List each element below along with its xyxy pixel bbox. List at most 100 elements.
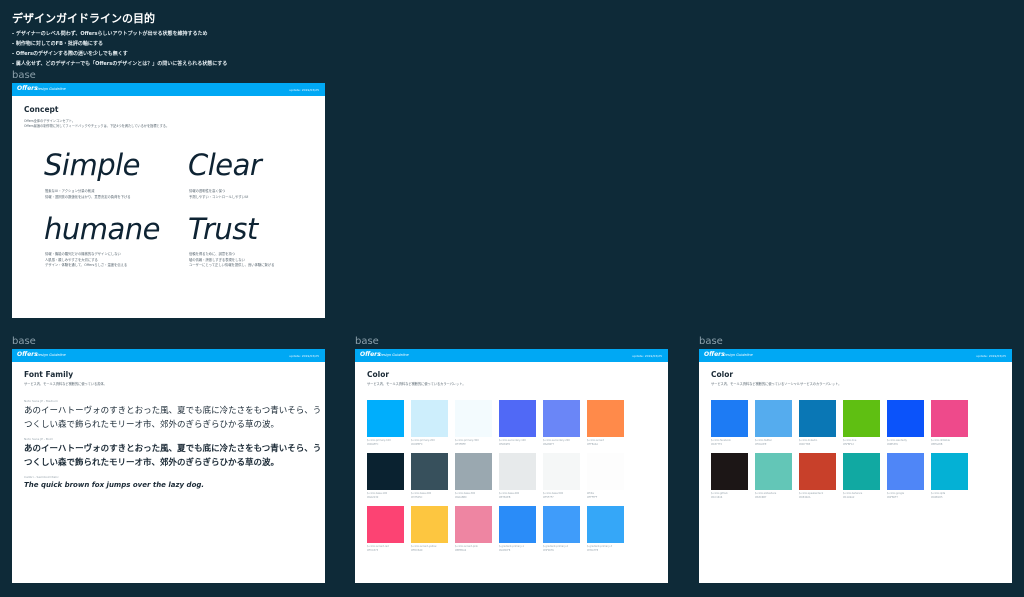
color-swatch[interactable] [587, 453, 624, 490]
brand-subtitle: Design Guideline [36, 87, 66, 91]
color-swatch[interactable] [411, 506, 448, 543]
frame-label-color-social[interactable]: base [699, 336, 723, 347]
color-swatch[interactable] [411, 400, 448, 437]
color-swatch-hex: #FF8A4A [587, 442, 599, 446]
color-swatch[interactable] [499, 453, 536, 490]
brand-logo: Offers [17, 85, 38, 92]
color-swatch-label: $-color-qiita #04B1D5 [931, 492, 971, 499]
font-sample-medium: あのイーハトーヴォのすきとおった風、夏でも底に冷たさをもつ青いそら、うつくしい森… [24, 406, 322, 430]
color-swatch-label: $-color-primary-100 #00AEFC [367, 439, 407, 446]
update-date: update: 2019/03/25 [976, 354, 1006, 358]
purpose-list: - デザイナーのレベル問わず、Offersらしいアウトプットが出せる状態を維持す… [12, 29, 227, 69]
color-swatch[interactable] [543, 506, 580, 543]
color-swatch-hex: #04B1D5 [931, 495, 943, 499]
frame-label-color[interactable]: base [355, 336, 379, 347]
color-swatch[interactable] [711, 453, 748, 490]
frame-label-concept[interactable]: base [12, 70, 36, 81]
color-swatch-hex: #35A7F8 [587, 548, 599, 552]
concept-title: Concept [24, 105, 59, 114]
concept-desc-line: Offers最適の制作物に対してフィードバックやチェックは、下記4つを満たしてい… [24, 124, 170, 128]
concept-word-desc: 信頼を得るために、誠意を持つ 嘘の情報・誇張しすぎる表現をしない ユーザーにとっ… [189, 252, 274, 269]
color-swatch[interactable] [711, 400, 748, 437]
purpose-item: - デザイナーのレベル問わず、Offersらしいアウトプットが出せる状態を維持す… [12, 31, 208, 37]
frame-color-primary[interactable]: Offers Design Guideline update: 2019/03/… [355, 349, 668, 583]
color-swatch-hex: #EE85A2 [455, 548, 467, 552]
color-swatch-hex: #E7EAEB [499, 495, 511, 499]
color-swatch[interactable] [499, 400, 536, 437]
color-swatch[interactable] [543, 400, 580, 437]
brand-subtitle: Design Guideline [36, 353, 66, 357]
color-swatch-label: $-color-accent-pink #EE85A2 [455, 545, 495, 552]
color-swatch[interactable] [843, 453, 880, 490]
color-swatch-label: $-color-base-400 #E7EAEB [499, 492, 539, 499]
concept-word-clear: Clear [188, 148, 262, 182]
color-swatch[interactable] [455, 506, 492, 543]
color-swatch-label: $-color-secondary-200 #6A86F7 [543, 439, 583, 446]
color-swatch-hex: #11A9A2 [843, 495, 855, 499]
concept-word-simple: Simple [44, 148, 141, 182]
color-swatch-label: $-color-accent-yellow #FDC640 [411, 545, 451, 552]
frame-fontfamily[interactable]: Offers Design Guideline update: 2019/03/… [12, 349, 325, 583]
frame-concept[interactable]: Offers Design Guideline update: 2019/03/… [12, 83, 325, 318]
color-swatch-label: $-color-base-300 #9AA8B0 [455, 492, 495, 499]
color-swatch-hex: #FC4373 [367, 548, 379, 552]
concept-word-trust: Trust [188, 212, 258, 246]
concept-desc-line: 情報・機能の羅列だけの機械的なデザインにしない [45, 252, 121, 256]
purpose-item: - Offersのデザインする際の迷いを少しでも無くす [12, 51, 128, 57]
color-swatch[interactable] [887, 453, 924, 490]
concept-word-humane: humane [44, 212, 161, 246]
concept-word-desc: 情報・機能の羅列だけの機械的なデザインにしない 人肌感・親しみやすさを大切にする… [45, 252, 127, 269]
color-swatch-label: $-gradient-primary-1 #2A8CF8 [499, 545, 539, 552]
color-swatch[interactable] [843, 400, 880, 437]
color-swatch[interactable] [411, 453, 448, 490]
color-swatch[interactable] [799, 400, 836, 437]
color-swatch-label: $-color-primary-200 #CDEEFC [411, 439, 451, 446]
color-swatch[interactable] [367, 400, 404, 437]
color-swatch-label: $-color-linkedin #0077B5 [799, 439, 839, 446]
color-desc: サービス内、モールス資料など横断的に使っているカラーパレット。 [367, 382, 466, 386]
frame-header: Offers Design Guideline update: 2019/03/… [699, 349, 1012, 362]
color-swatch[interactable] [931, 400, 968, 437]
concept-word-desc: 情報の透明性を高く保つ 予測しやすい・コントロールしやすいUI [189, 189, 248, 200]
update-date: update: 2019/03/25 [289, 88, 319, 92]
color-swatch[interactable] [887, 400, 924, 437]
color-swatch[interactable] [587, 506, 624, 543]
color-swatch[interactable] [455, 400, 492, 437]
color-swatch[interactable] [367, 453, 404, 490]
brand-logo: Offers [704, 351, 725, 358]
frame-color-social[interactable]: Offers Design Guideline update: 2019/03/… [699, 349, 1012, 583]
color-swatch[interactable] [499, 506, 536, 543]
color-swatch-hex: #5069F6 [499, 442, 510, 446]
frame-label-fontfamily[interactable]: base [12, 336, 36, 347]
color-swatch-label: $-color-base-100 #0A2230 [367, 492, 407, 499]
color-swatch-hex: #2A8CF8 [499, 548, 511, 552]
color-swatch[interactable] [755, 400, 792, 437]
color-swatch[interactable] [799, 453, 836, 490]
frame-header: Offers Design Guideline update: 2019/03/… [12, 83, 325, 96]
color-swatch-hex: #6A86F7 [543, 442, 555, 446]
color-swatch-label: $-color-wantedly #0B53FA [887, 439, 927, 446]
color-swatch[interactable] [755, 453, 792, 490]
color-swatch-label: $-color-accent-red #FC4373 [367, 545, 407, 552]
color-swatch[interactable] [931, 453, 968, 490]
concept-desc-line: 情報・選択肢の数値化をはかり、意思決定の負荷を下げる [45, 194, 131, 199]
color-swatch[interactable] [587, 400, 624, 437]
color-swatch[interactable] [455, 453, 492, 490]
page-heading: デザインガイドラインの目的 [12, 12, 155, 25]
color-swatch[interactable] [543, 453, 580, 490]
color-swatch-label: $-color-primary-300 #F3FBFE [455, 439, 495, 446]
color-swatch-label: White #FFFFFF [587, 492, 627, 499]
update-date: update: 2019/03/25 [632, 354, 662, 358]
color-swatch-hex: #9AA8B0 [455, 495, 467, 499]
brand-subtitle: Design Guideline [723, 353, 753, 357]
color-swatch[interactable] [367, 506, 404, 543]
color-swatch-label: $-color-twitter #55ACEE [755, 439, 795, 446]
color-swatch-hex: #1C1616 [711, 495, 723, 499]
color-swatch-hex: #37505C [411, 495, 423, 499]
color-swatch-label: $-gradient-primary-2 #3F9CFA [543, 545, 583, 552]
color-swatch-hex: #1877F2 [711, 442, 722, 446]
color-swatch-label: $-color-slideshare #63C6B7 [755, 492, 795, 499]
color-swatch-label: $-color-line #5FBF12 [843, 439, 883, 446]
update-date: update: 2019/03/25 [289, 354, 319, 358]
color-swatch-hex: #5FBF12 [843, 442, 854, 446]
